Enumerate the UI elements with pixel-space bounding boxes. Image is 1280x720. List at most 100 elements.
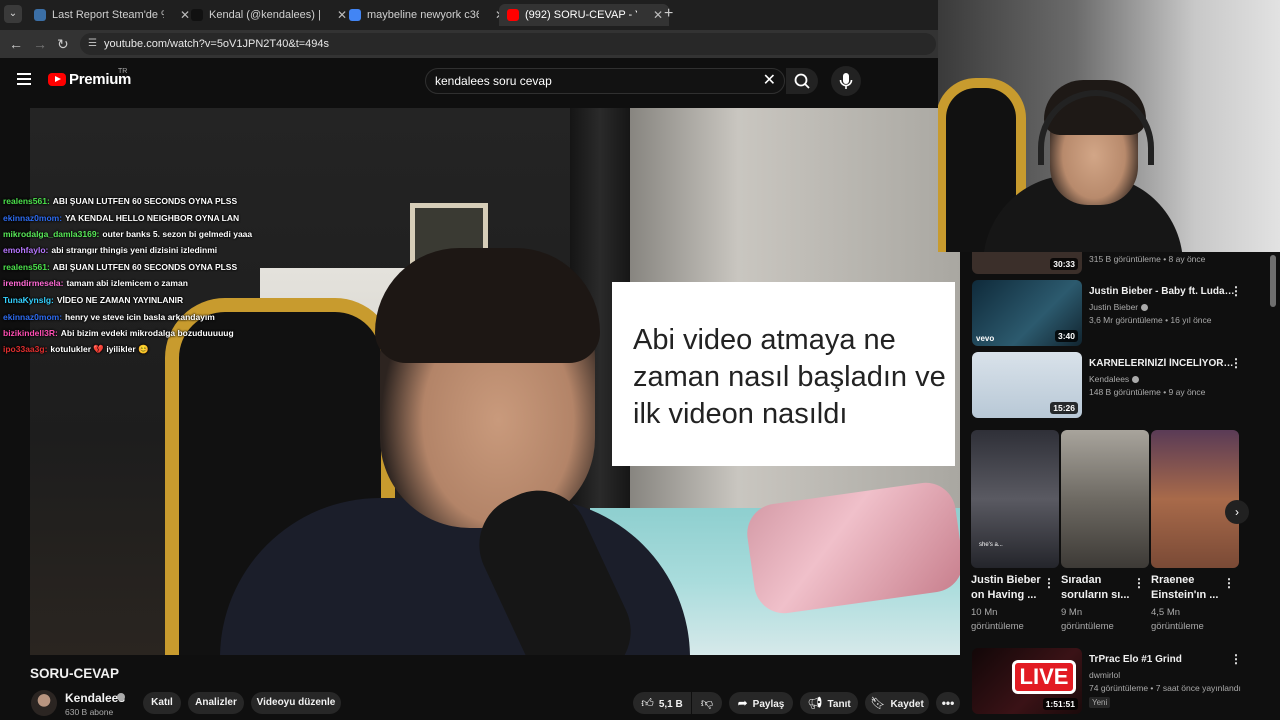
video-thumbnail[interactable]: vevo 3:40 (972, 280, 1082, 346)
channel-label: Kendalees (1089, 374, 1130, 384)
chat-username: realens561: (3, 261, 50, 272)
analytics-label: Analizler (195, 697, 237, 708)
video-person-hair (375, 248, 600, 363)
recommendation-item[interactable]: 15:26 KARNELERİNİZİ İNCELİYORUM... Kenda… (972, 352, 1272, 418)
duration-badge: 3:40 (1054, 330, 1078, 342)
short-title[interactable]: Justin Bieber on Having ... (971, 573, 1043, 603)
chat-text: abi strangır thingis yeni dizisini izled… (51, 245, 218, 256)
browser-tab[interactable]: maybeline newyork c36 - Goog ✕ (341, 4, 511, 26)
video-thumbnail[interactable]: 15:26 (972, 352, 1082, 418)
question-card: Abi video atmaya ne zaman nasıl başladın… (612, 282, 955, 466)
more-actions-button[interactable]: ••• (936, 692, 960, 714)
promote-label: Tanıt (827, 699, 851, 710)
menu-icon[interactable] (17, 73, 31, 85)
voice-search-button[interactable] (831, 66, 861, 96)
short-title[interactable]: Rraenee Einstein'ın ... (1151, 573, 1223, 603)
close-icon[interactable]: ✕ (653, 4, 663, 26)
share-button[interactable]: ➦ Paylaş (729, 692, 793, 714)
more-vert-icon[interactable]: ⋮ (1230, 356, 1242, 370)
join-button[interactable]: Katıl (143, 692, 181, 714)
more-vert-icon[interactable]: ⋮ (1223, 576, 1235, 590)
new-tab-icon[interactable]: + (664, 5, 673, 23)
recommendation-item[interactable]: vevo 3:40 Justin Bieber - Baby ft. Ludac… (972, 280, 1272, 346)
tab-search-button[interactable]: ⌄ (4, 5, 22, 23)
chevron-right-icon[interactable]: › (1225, 500, 1249, 524)
site-info-icon[interactable]: ☰ (88, 33, 97, 55)
microphone-icon (839, 73, 853, 89)
recommendation-item[interactable]: LIVE 1:51:51 TrPrac Elo #1 Grind dwmirlo… (972, 648, 1272, 714)
back-arrow-icon[interactable]: ← (9, 35, 23, 53)
chat-message: ekinnaz0mom: henry ve steve icin basla ar… (3, 309, 253, 326)
chat-message: TunaKynslg: VİDEO NE ZAMAN YAYINLANIR (3, 292, 253, 309)
address-bar[interactable]: ☰ youtube.com/watch?v=5oV1JPN2T40&t=494s (80, 33, 936, 55)
clear-search-icon[interactable]: ✕ (763, 69, 776, 93)
analytics-button[interactable]: Analizler (188, 692, 244, 714)
search-button[interactable] (786, 68, 818, 94)
short-item[interactable]: she's a... Justin Bieber on Having ... 1… (971, 430, 1059, 634)
scrollbar-thumb[interactable] (1270, 255, 1276, 307)
video-title[interactable]: TrPrac Elo #1 Grind (1089, 654, 1239, 665)
video-meta: 148 B görüntüleme • 9 ay önce (1089, 387, 1206, 397)
short-item[interactable]: Sıradan soruların sı... 9 Mn görüntüleme… (1061, 430, 1149, 634)
short-views: 4,5 Mn görüntüleme (1151, 607, 1204, 632)
chat-text: ABI ŞUAN LUTFEN 60 SECONDS OYNA PLSS (52, 261, 238, 272)
chat-message: ipo33aa3g: kotulukler 💔 iyilikler 😊 (3, 341, 253, 358)
video-thumbnail[interactable]: 30:33 (972, 252, 1082, 274)
video-title: SORU-CEVAP (30, 666, 120, 681)
chat-text: kotulukler 💔 iyilikler 😊 (50, 344, 149, 355)
more-vert-icon[interactable]: ⋮ (1230, 284, 1242, 298)
short-views: 10 Mn görüntüleme (971, 607, 1024, 632)
reload-icon[interactable]: ↻ (57, 35, 69, 53)
search-icon (794, 73, 810, 89)
promote-button[interactable]: 📢︎ Tanıt (800, 692, 858, 714)
share-arrow-icon: ➦ (737, 696, 748, 710)
short-thumbnail[interactable] (1061, 430, 1149, 568)
forward-arrow-icon[interactable]: → (33, 35, 47, 53)
chat-username: emohfaylo: (3, 245, 49, 256)
video-title[interactable]: KARNELERİNİZİ İNCELİYORUM... (1089, 358, 1239, 369)
more-vert-icon[interactable]: ⋮ (1230, 652, 1242, 666)
chat-message: mikrodalga_damla3169: outer banks 5. sezo… (3, 226, 253, 242)
steam-favicon-icon (34, 9, 46, 21)
youtube-favicon-icon (507, 9, 519, 21)
megaphone-icon: 📢︎ (807, 696, 823, 710)
chat-message: iremdirmesela: tamam abi izlemicem o zama… (3, 275, 253, 292)
short-item[interactable]: Rraenee Einstein'ın ... 4,5 Mn görüntüle… (1151, 430, 1239, 634)
channel-name[interactable]: Justin Bieber (1089, 302, 1149, 312)
browser-tab[interactable]: Kendal (@kendalees) | TikTok ✕ (183, 4, 353, 26)
like-count: 5,1 B (658, 699, 683, 710)
channel-name[interactable]: Kendalees (65, 691, 125, 705)
dislike-button[interactable]: 👎︎ (692, 692, 722, 714)
channel-avatar[interactable] (31, 690, 57, 716)
logo-region: TR (118, 68, 128, 75)
edit-video-button[interactable]: Videoyu düzenle (251, 692, 341, 714)
channel-name[interactable]: Kendalees (1089, 374, 1140, 384)
video-thumbnail[interactable]: LIVE 1:51:51 (972, 648, 1082, 714)
recommendation-item[interactable]: 30:33 315 B görüntüleme • 8 ay önce (972, 252, 1272, 274)
video-title[interactable]: Justin Bieber - Baby ft. Ludacris (1089, 286, 1239, 297)
chat-username: ekinnaz0mom: (3, 212, 63, 223)
webcam-overlay (938, 0, 1280, 252)
browser-tab-active[interactable]: (992) SORU-CEVAP - YouTube ✕ (499, 4, 669, 26)
chat-text: tamam abi izlemicem o zaman (66, 278, 188, 289)
short-title[interactable]: Sıradan soruların sı... (1061, 573, 1133, 603)
video-meta: 74 görüntüleme • 7 saat önce yayınlandı (1089, 683, 1241, 693)
browser-tab[interactable]: Last Report Steam'de %30 İndir ✕ (26, 4, 196, 26)
chat-text: ABI ŞUAN LUTFEN 60 SECONDS OYNA PLSS (52, 196, 238, 206)
more-vert-icon[interactable]: ⋮ (1043, 576, 1055, 590)
new-badge: Yeni (1089, 697, 1111, 708)
save-button[interactable]: 🔖︎ Kaydet (865, 692, 929, 714)
duration-badge: 15:26 (1050, 402, 1078, 414)
thumbs-down-icon: 👎︎ (700, 696, 714, 710)
chat-message: realens561: ABI ŞUAN LUTFEN 60 SECONDS OY… (3, 259, 253, 276)
duration-badge: 1:51:51 (1042, 698, 1078, 710)
like-button[interactable]: 👍︎ 5,1 B (633, 692, 691, 714)
tab-title: Last Report Steam'de %30 İndir (52, 9, 164, 21)
search-input[interactable]: kendalees soru cevap ✕ (425, 68, 785, 94)
channel-name[interactable]: dwmirlol (1089, 670, 1120, 680)
search-query: kendalees soru cevap (435, 74, 552, 88)
chat-text: outer banks 5. sezon bi gelmedi yaaa (102, 229, 253, 240)
more-vert-icon[interactable]: ⋮ (1133, 576, 1145, 590)
chat-text: Abi bizim evdeki mikrodalga bozuduuuuug (60, 328, 234, 339)
short-thumbnail[interactable] (1151, 430, 1239, 568)
